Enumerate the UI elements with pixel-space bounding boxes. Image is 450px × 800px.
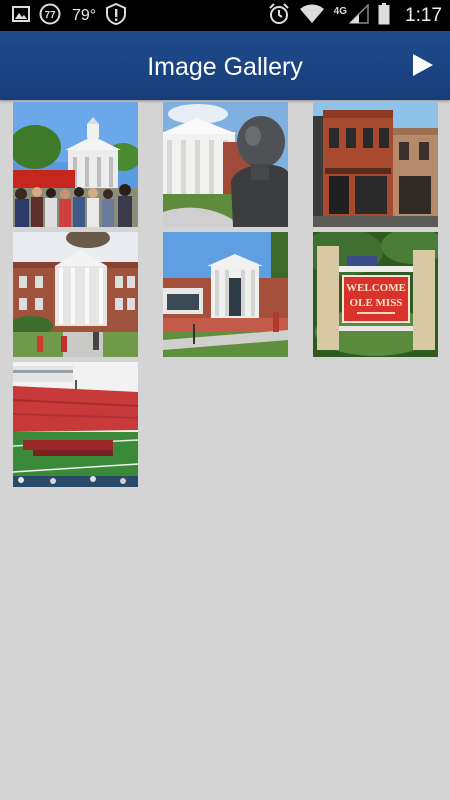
signal-icon [348, 2, 369, 29]
clock-time: 1:17 [405, 5, 442, 26]
gallery-thumbnail-courthouse-crowd[interactable] [13, 102, 138, 227]
gallery-thumbnail-library-building[interactable] [163, 232, 288, 357]
stadium-image [13, 362, 138, 487]
brick-storefronts-image [313, 102, 438, 227]
sign-text-ole-miss: OLE MISS [350, 297, 403, 309]
play-slideshow-button[interactable] [412, 53, 434, 77]
alert-icon [106, 2, 127, 30]
courthouse-crowd-image [13, 102, 138, 227]
temperature: 79° [72, 7, 97, 24]
alarm-icon [268, 2, 290, 30]
notification-count: 77 [44, 10, 56, 21]
library-building-image [163, 232, 288, 357]
welcome-sign-image: WELCOME OLE MISS [313, 232, 438, 357]
app-bar: Image Gallery [0, 31, 450, 100]
gallery-thumbnail-brick-storefronts[interactable] [313, 102, 438, 227]
wifi-icon [299, 4, 325, 29]
network-type: 4G [333, 5, 348, 17]
gallery-thumbnail-welcome-sign[interactable]: WELCOME OLE MISS [313, 232, 438, 357]
status-bar: 77 79° 4G 1:17 [0, 0, 450, 31]
battery-icon [378, 2, 390, 30]
gallery-thumbnail-stadium[interactable] [13, 362, 138, 487]
play-icon [413, 54, 433, 76]
notification-count-icon: 77 [39, 3, 63, 30]
gallery-thumbnail-lyceum-statue[interactable] [163, 102, 288, 227]
gallery-notification-icon [12, 5, 30, 27]
columned-hall-image [13, 232, 138, 357]
sign-text-welcome: WELCOME [346, 282, 406, 294]
lyceum-statue-image [163, 102, 288, 227]
page-title: Image Gallery [147, 53, 303, 81]
gallery-thumbnail-columned-hall[interactable] [13, 232, 138, 357]
